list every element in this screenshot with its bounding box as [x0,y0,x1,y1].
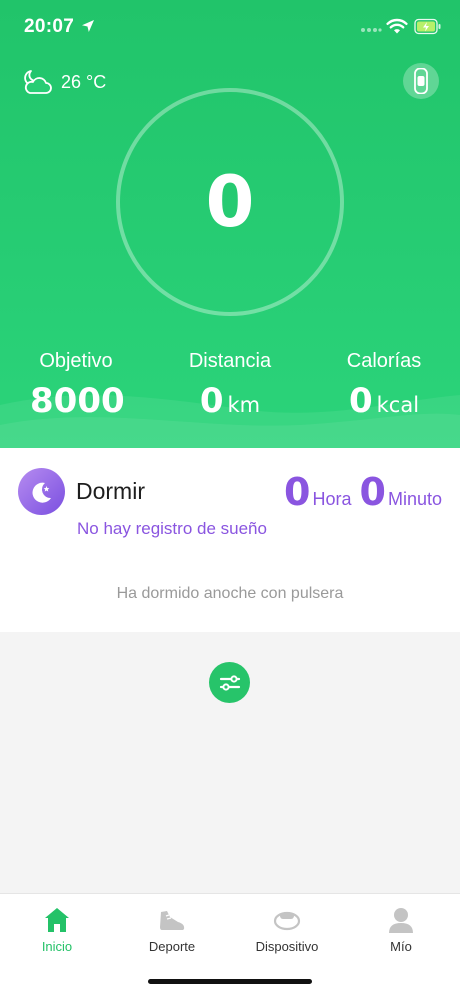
sleep-card[interactable]: Dormir 0 Hora 0 Minuto No hay registro d… [0,448,460,632]
temperature: 26 °C [61,71,107,92]
goal-value: 8000 [30,381,125,421]
tab-deporte[interactable]: Deporte [122,906,222,954]
signal-dots-icon [361,28,382,32]
calories-unit: kcal [376,393,420,417]
tab-deporte-label: Deporte [148,939,196,954]
tab-mio[interactable]: Mío [351,906,451,954]
distance-label: Distancia [188,350,272,372]
tab-dispositivo-label: Dispositivo [255,939,319,954]
status-bar: 20:07 [0,0,460,56]
band-icon [273,911,301,931]
tab-inicio-label: Inicio [41,939,73,954]
tab-inicio[interactable]: Inicio [7,906,107,954]
distance-stat: Distancia 0 km [178,350,282,421]
steps-ring: 0 [116,88,344,316]
sleep-hours: 0 [284,470,311,514]
sleep-duration: 0 Hora 0 Minuto [284,470,442,514]
goal-stat: Objetivo 8000 [30,350,125,421]
status-time: 20:07 [24,16,75,37]
weather: 26 °C [22,66,106,98]
distance-value: 0 [199,381,224,421]
activity-header: 20:07 26 °C 0 Objetivo 8000 Distancia 0 … [0,0,460,448]
sleep-hours-unit: Hora [312,489,352,509]
goal-label: Objetivo [39,350,113,372]
sleep-minutes-unit: Minuto [387,489,442,509]
sleep-hint: Ha dormido anoche con pulsera [116,585,344,602]
sleep-minutes: 0 [359,470,386,514]
location-arrow-icon [82,20,94,32]
cloudy-night-icon [24,70,52,94]
moon-icon [18,468,65,515]
distance-unit: km [227,393,261,417]
person-icon [389,908,413,933]
battery-charging-icon [414,18,441,35]
calories-label: Calorías [346,350,422,372]
sliders-icon [219,674,240,691]
shoe-icon [160,911,185,930]
band-device-button[interactable] [403,63,439,99]
sleep-title: Dormir [76,478,145,504]
steps-count: 0 [205,161,255,243]
home-indicator [148,979,312,984]
no-sleep-record: No hay registro de sueño [77,519,267,538]
band-icon [414,68,428,94]
tab-mio-label: Mío [390,939,412,954]
wifi-icon [386,18,408,34]
home-icon [45,908,69,932]
calories-stat: Calorías 0 kcal [338,350,430,421]
customize-cards-button[interactable] [209,662,250,703]
calories-value: 0 [348,381,373,421]
tab-dispositivo[interactable]: Dispositivo [237,906,337,954]
